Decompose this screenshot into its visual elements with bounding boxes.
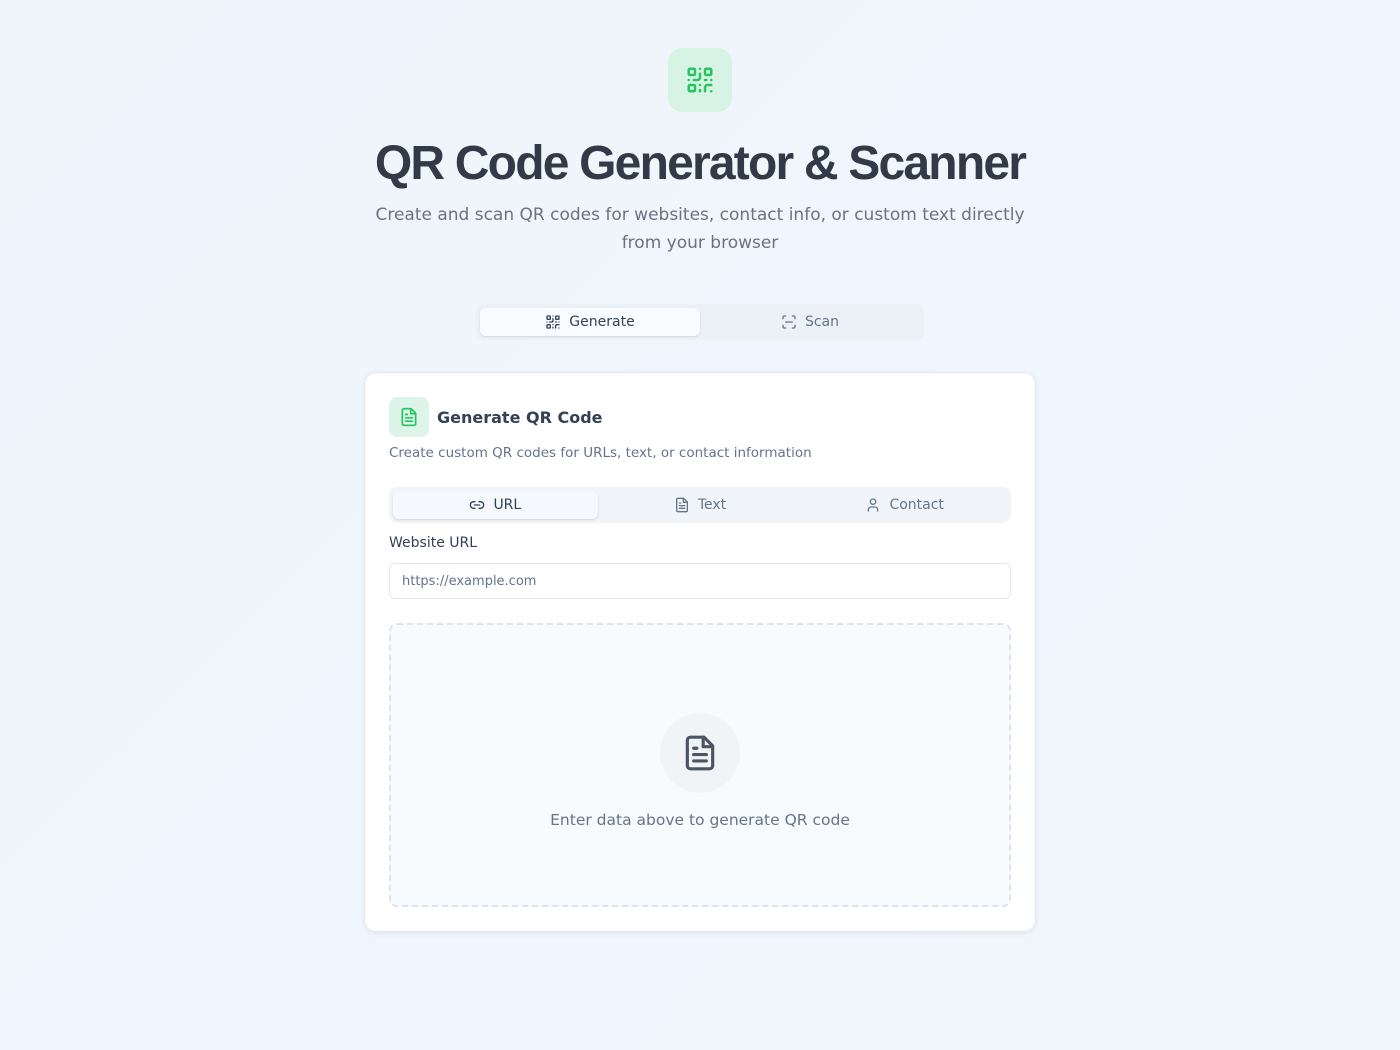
preview-placeholder-text: Enter data above to generate QR code (550, 811, 850, 829)
tab-generate[interactable]: Generate (480, 308, 700, 336)
preview-icon-badge (660, 713, 740, 793)
card-icon-badge (389, 397, 429, 437)
card-title: Generate QR Code (437, 407, 603, 427)
generate-card: Generate QR Code Create custom QR codes … (364, 372, 1036, 932)
tab-url-label: URL (493, 497, 522, 513)
tab-scan-label: Scan (804, 314, 840, 330)
document-icon (401, 407, 417, 427)
tab-url[interactable]: URL (393, 491, 598, 519)
page-subtitle: Create and scan QR codes for websites, c… (375, 205, 1025, 253)
document-icon (675, 497, 688, 513)
website-url-label: Website URL (389, 535, 478, 551)
tab-contact[interactable]: Contact (802, 491, 1007, 519)
page-title: QR Code Generator & Scanner (374, 137, 1027, 190)
tab-text-label: Text (697, 497, 727, 513)
tab-contact-label: Contact (889, 497, 944, 513)
tab-scan[interactable]: Scan (700, 308, 920, 336)
link-icon (470, 501, 485, 509)
qr-preview-area: Enter data above to generate QR code (389, 623, 1011, 907)
type-tabs: URL Text Contact (389, 487, 1011, 523)
website-url-input[interactable] (389, 563, 1011, 599)
mode-tabs: Generate Scan (476, 304, 924, 340)
document-icon (685, 735, 715, 771)
card-header: Generate QR Code (389, 397, 603, 437)
tab-text[interactable]: Text (598, 491, 803, 519)
qr-code-icon (687, 67, 713, 93)
card-description: Create custom QR codes for URLs, text, o… (389, 445, 812, 461)
scan-icon (782, 315, 796, 329)
qr-code-icon (546, 315, 560, 329)
user-icon (868, 498, 879, 512)
tab-generate-label: Generate (569, 314, 635, 330)
hero-qr-icon-badge (668, 48, 732, 112)
